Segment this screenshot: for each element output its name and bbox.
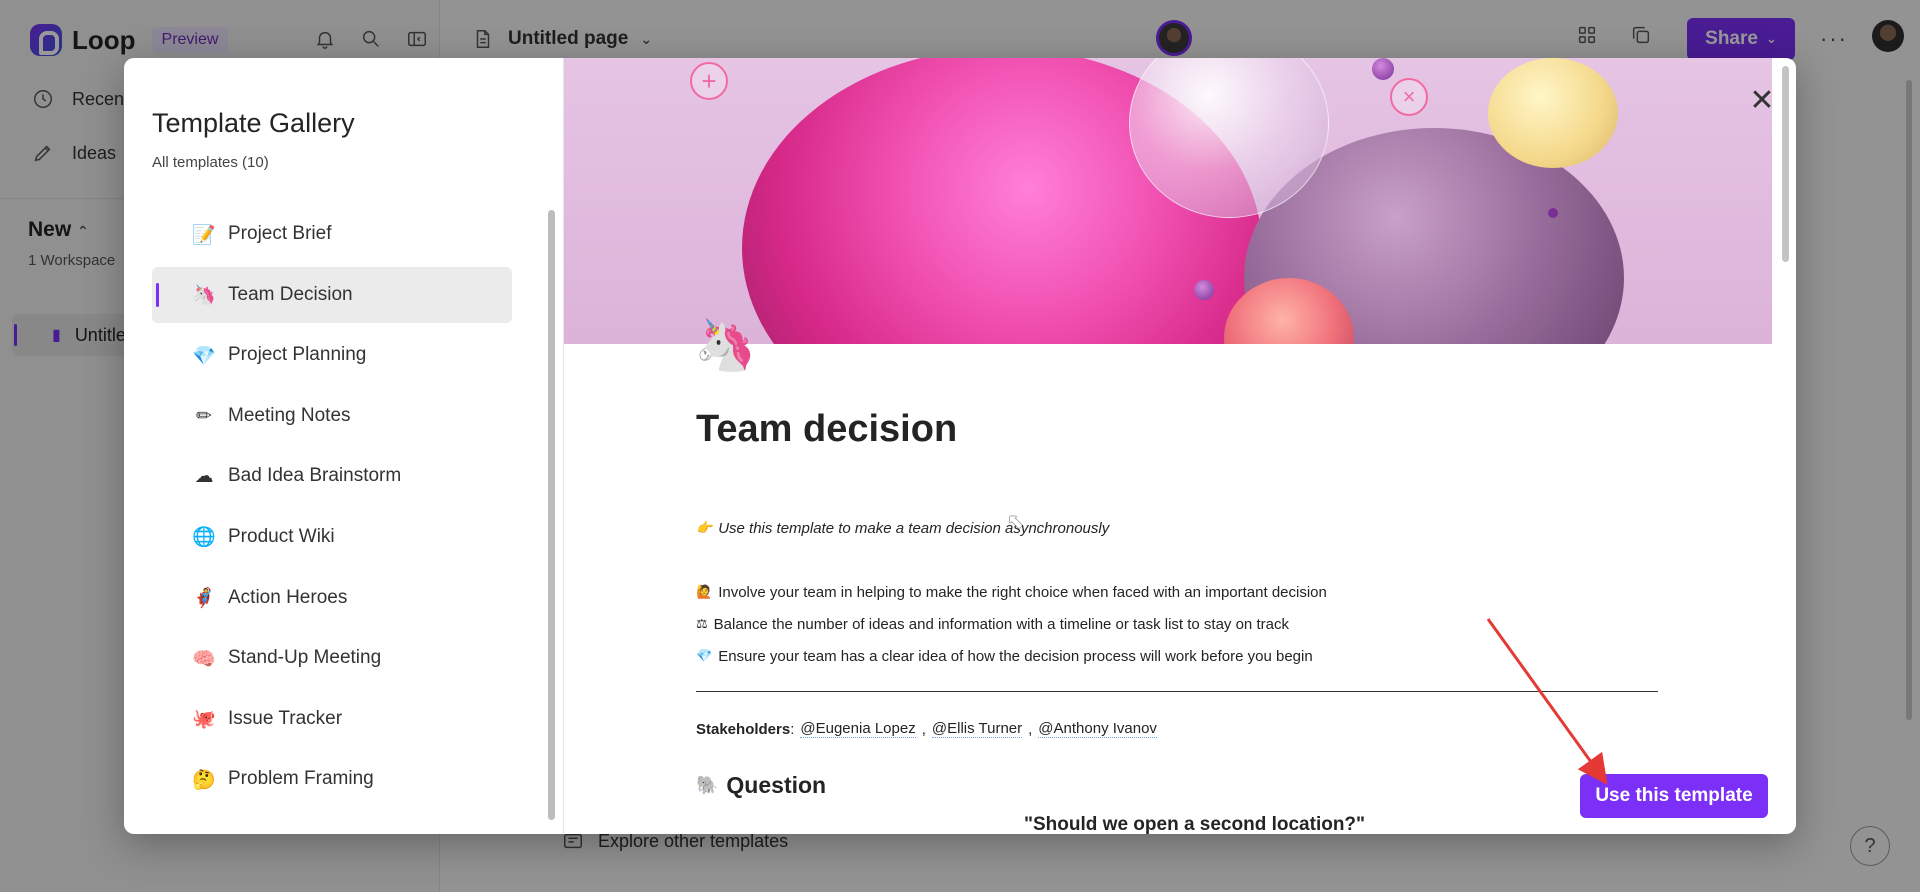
template-label: Issue Tracker	[228, 707, 343, 729]
bullet-line: 🙋 Involve your team in helping to make t…	[696, 584, 1327, 601]
bullet-text: Involve your team in helping to make the…	[718, 584, 1327, 601]
gem-icon: 💎	[696, 649, 713, 664]
mouse-cursor-icon: ⬉	[1007, 509, 1024, 533]
template-label: Project Planning	[228, 344, 367, 366]
hero-banner-image: + ×	[564, 58, 1772, 344]
gallery-scrollbar[interactable]	[548, 210, 555, 820]
template-item[interactable]: 🦄 Team Decision	[152, 266, 512, 323]
yellow-sphere	[1488, 58, 1618, 168]
bullet-line: ⚖ Balance the number of ideas and inform…	[696, 616, 1289, 633]
template-label: Problem Framing	[228, 768, 374, 790]
mention[interactable]: @Anthony Ivanov	[1038, 720, 1157, 738]
mention[interactable]: @Eugenia Lopez	[800, 720, 916, 738]
question-heading-text: Question	[726, 772, 827, 798]
small-sphere	[1548, 208, 1558, 218]
template-label: Team Decision	[228, 283, 353, 305]
mention[interactable]: @Ellis Turner	[931, 720, 1023, 738]
template-item[interactable]: 📝 Project Brief	[152, 206, 512, 262]
intro-text: Use this template to make a team decisio…	[718, 520, 1110, 537]
small-sphere	[1194, 280, 1214, 300]
template-label: Product Wiki	[228, 525, 335, 547]
template-emoji-icon: 🦸	[192, 587, 216, 610]
raised-hand-icon: 🙋	[696, 585, 713, 600]
unicorn-icon: 🦄	[694, 316, 757, 374]
template-preview: + × 🦄 Team decision 👉 Use this template …	[564, 58, 1796, 834]
pointing-hand-icon: 👉	[696, 521, 713, 536]
plus-bubble-icon: +	[690, 62, 728, 100]
question-heading: 🐘 Question	[696, 772, 826, 799]
close-icon[interactable]: ✕	[1744, 82, 1780, 118]
small-sphere	[1372, 58, 1394, 80]
gallery-count: All templates (10)	[152, 154, 269, 171]
bullet-text: Ensure your team has a clear idea of how…	[718, 648, 1313, 665]
template-item[interactable]: 🌐 Product Wiki	[152, 509, 512, 565]
template-emoji-icon: 📝	[192, 223, 216, 246]
template-list: 📝 Project Brief 🦄 Team Decision 💎 Project Pla…	[152, 206, 512, 812]
template-label: Meeting Notes	[228, 404, 351, 426]
question-text: "Should we open a second location?"	[1024, 814, 1366, 834]
template-gallery-sidebar: Template Gallery All templates (10) 📝 Pro…	[124, 58, 564, 834]
preview-title: Team decision	[696, 408, 958, 450]
divider	[696, 691, 1658, 692]
template-item[interactable]: 🧠 Stand-Up Meeting	[152, 630, 512, 686]
scales-icon: ⚖	[696, 617, 708, 632]
elephant-icon: 🐘	[696, 775, 719, 796]
template-emoji-icon: 🦄	[192, 284, 216, 307]
bullet-text: Balance the number of ideas and informat…	[713, 616, 1289, 633]
template-emoji-icon: 🐙	[192, 708, 216, 731]
stakeholders-label: Stakeholders	[696, 720, 791, 738]
template-emoji-icon: ✏	[196, 404, 212, 427]
template-label: Project Brief	[228, 223, 332, 244]
bullet-line: 💎 Ensure your team has a clear idea of h…	[696, 648, 1313, 665]
template-item[interactable]: 🦸 Action Heroes	[152, 570, 512, 626]
template-label: Bad Idea Brainstorm	[228, 465, 402, 487]
template-gallery-dialog: Template Gallery All templates (10) 📝 Pro…	[124, 58, 1796, 834]
use-template-button[interactable]: Use this template	[1580, 774, 1768, 818]
stakeholders-line: Stakeholders: @Eugenia Lopez, @Ellis Tur…	[696, 720, 1157, 738]
template-emoji-icon: 🧠	[192, 647, 216, 670]
preview-scrollbar[interactable]	[1782, 66, 1789, 262]
template-item[interactable]: 🐙 Issue Tracker	[152, 691, 512, 747]
template-item[interactable]: 💎 Project Planning	[152, 327, 512, 383]
template-item[interactable]: ☁ Bad Idea Brainstorm	[152, 448, 512, 504]
x-bubble-icon: ×	[1390, 78, 1428, 116]
template-label: Action Heroes	[228, 586, 348, 608]
intro-line: 👉 Use this template to make a team decis…	[696, 520, 1109, 537]
gallery-title: Template Gallery	[152, 108, 355, 138]
template-item[interactable]: 🤔 Problem Framing	[152, 751, 512, 807]
template-emoji-icon: 💎	[192, 344, 216, 367]
template-emoji-icon: 🌐	[192, 526, 216, 549]
template-label: Stand-Up Meeting	[228, 647, 382, 669]
template-emoji-icon: 🤔	[192, 768, 216, 791]
template-emoji-icon: ☁	[194, 465, 214, 488]
template-item[interactable]: ✏ Meeting Notes	[152, 388, 512, 444]
